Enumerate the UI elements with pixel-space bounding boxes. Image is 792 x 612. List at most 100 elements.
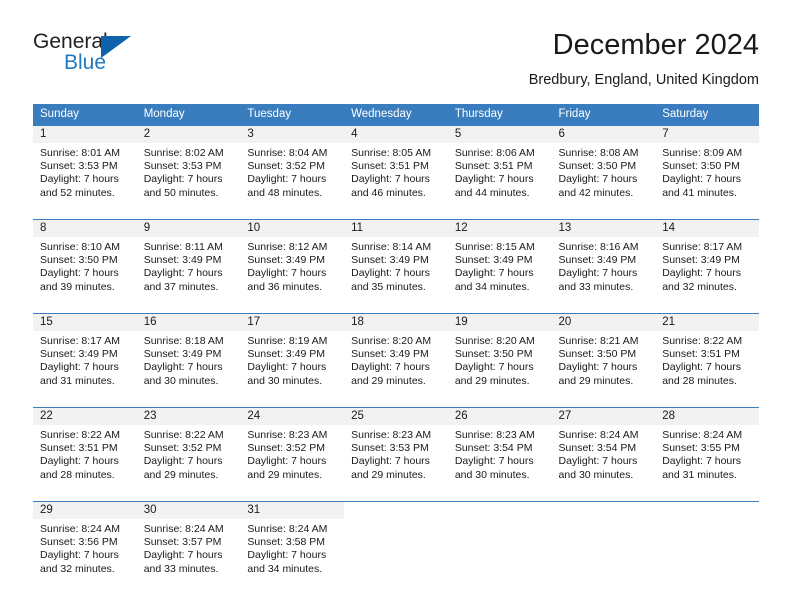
week-spacer-cell xyxy=(447,399,552,408)
daylight-text-line2: and 29 minutes. xyxy=(351,468,426,481)
week-spacer-cell xyxy=(655,399,759,408)
day-cell-15[interactable]: 15 Sunrise: 8:17 AM Sunset: 3:49 PM Dayligh… xyxy=(33,314,137,399)
daylight-text-line2: and 29 minutes. xyxy=(558,374,634,387)
sunrise-text: Sunrise: 8:24 AM xyxy=(247,523,328,535)
calendar-cell: 30 Sunrise: 8:24 AM Sunset: 3:57 PM Dayligh… xyxy=(136,501,241,587)
calendar-cell xyxy=(655,501,759,587)
calendar-cell: 19 Sunrise: 8:20 AM Sunset: 3:50 PM Dayligh… xyxy=(447,313,552,399)
day-details: Sunrise: 8:09 AM Sunset: 3:50 PM Daylight:… xyxy=(655,143,759,200)
day-cell-30[interactable]: 30 Sunrise: 8:24 AM Sunset: 3:57 PM Dayligh… xyxy=(136,502,241,587)
day-number: 29 xyxy=(33,502,137,519)
sunset-text: Sunset: 3:52 PM xyxy=(247,442,326,455)
day-number: 8 xyxy=(33,220,137,237)
calendar-cell: 10 Sunrise: 8:12 AM Sunset: 3:49 PM Dayligh… xyxy=(240,219,345,305)
sunset-text: Sunset: 3:51 PM xyxy=(40,442,118,455)
sunrise-text: Sunrise: 8:01 AM xyxy=(40,147,120,159)
day-details: Sunrise: 8:24 AM Sunset: 3:57 PM Daylight:… xyxy=(137,519,241,576)
daylight-text-line2: and 34 minutes. xyxy=(454,280,530,293)
day-cell-28[interactable]: 28 Sunrise: 8:24 AM Sunset: 3:55 PM Dayligh… xyxy=(655,408,759,493)
day-cell-13[interactable]: 13 Sunrise: 8:16 AM Sunset: 3:49 PM Dayligh… xyxy=(551,220,656,305)
day-number: 9 xyxy=(136,220,241,237)
day-cell-empty xyxy=(447,502,552,587)
week-spacer-cell xyxy=(655,211,759,220)
day-cell-21[interactable]: 21 Sunrise: 8:22 AM Sunset: 3:51 PM Dayligh… xyxy=(655,314,759,399)
day-cell-3[interactable]: 3 Sunrise: 8:04 AM Sunset: 3:52 PM Daylight… xyxy=(240,126,345,211)
day-cell-8[interactable]: 8 Sunrise: 8:10 AM Sunset: 3:50 PM Daylight… xyxy=(33,220,137,305)
day-cell-1[interactable]: 1 Sunrise: 8:01 AM Sunset: 3:53 PM Daylight… xyxy=(33,126,137,211)
page-title: December 2024 xyxy=(552,29,759,61)
day-cell-2[interactable]: 2 Sunrise: 8:02 AM Sunset: 3:53 PM Daylight… xyxy=(136,126,241,211)
day-cell-17[interactable]: 17 Sunrise: 8:19 AM Sunset: 3:49 PM Dayligh… xyxy=(240,314,345,399)
calendar-cell: 3 Sunrise: 8:04 AM Sunset: 3:52 PM Daylight… xyxy=(240,125,345,211)
weekday-header-friday: Friday xyxy=(551,104,656,126)
day-details: Sunrise: 8:23 AM Sunset: 3:52 PM Daylight:… xyxy=(240,425,344,482)
day-number: 18 xyxy=(344,314,448,331)
calendar-cell xyxy=(551,501,656,587)
daylight-text-line2: and 29 minutes. xyxy=(247,468,323,481)
daylight-text-line2: and 31 minutes. xyxy=(40,374,115,387)
calendar-cell: 16 Sunrise: 8:18 AM Sunset: 3:49 PM Dayligh… xyxy=(136,313,241,399)
day-cell-7[interactable]: 7 Sunrise: 8:09 AM Sunset: 3:50 PM Daylight… xyxy=(655,126,759,211)
day-cell-27[interactable]: 27 Sunrise: 8:24 AM Sunset: 3:54 PM Dayligh… xyxy=(551,408,656,493)
day-details: Sunrise: 8:17 AM Sunset: 3:49 PM Daylight:… xyxy=(33,331,137,388)
calendar-cell: 25 Sunrise: 8:23 AM Sunset: 3:53 PM Dayligh… xyxy=(344,407,448,493)
day-details: Sunrise: 8:14 AM Sunset: 3:49 PM Daylight:… xyxy=(344,237,448,294)
location-subtitle: Bredbury, England, United Kingdom xyxy=(528,72,759,88)
day-cell-24[interactable]: 24 Sunrise: 8:23 AM Sunset: 3:52 PM Dayligh… xyxy=(240,408,345,493)
sunrise-text: Sunrise: 8:22 AM xyxy=(143,429,224,441)
day-details: Sunrise: 8:20 AM Sunset: 3:50 PM Daylight:… xyxy=(448,331,552,388)
day-cell-11[interactable]: 11 Sunrise: 8:14 AM Sunset: 3:49 PM Dayligh… xyxy=(344,220,448,305)
daylight-text-line2: and 30 minutes. xyxy=(247,374,323,387)
daylight-text-line1: Daylight: 7 hours xyxy=(662,361,742,374)
daylight-text-line2: and 52 minutes. xyxy=(40,186,115,199)
day-details: Sunrise: 8:18 AM Sunset: 3:49 PM Daylight:… xyxy=(137,331,241,388)
daylight-text-line1: Daylight: 7 hours xyxy=(247,173,327,186)
calendar-cell: 11 Sunrise: 8:14 AM Sunset: 3:49 PM Dayligh… xyxy=(344,219,448,305)
day-cell-23[interactable]: 23 Sunrise: 8:22 AM Sunset: 3:52 PM Dayligh… xyxy=(136,408,241,493)
sunset-text: Sunset: 3:53 PM xyxy=(143,160,222,173)
calendar-cell: 29 Sunrise: 8:24 AM Sunset: 3:56 PM Dayligh… xyxy=(33,501,137,587)
day-cell-16[interactable]: 16 Sunrise: 8:18 AM Sunset: 3:49 PM Dayligh… xyxy=(136,314,241,399)
day-cell-12[interactable]: 12 Sunrise: 8:15 AM Sunset: 3:49 PM Dayligh… xyxy=(447,220,552,305)
day-number xyxy=(552,502,656,519)
day-number: 31 xyxy=(240,502,345,519)
day-number: 24 xyxy=(240,408,345,425)
day-number: 10 xyxy=(240,220,345,237)
day-cell-25[interactable]: 25 Sunrise: 8:23 AM Sunset: 3:53 PM Dayligh… xyxy=(344,408,448,493)
daylight-text-line1: Daylight: 7 hours xyxy=(40,549,119,562)
calendar-cell: 13 Sunrise: 8:16 AM Sunset: 3:49 PM Dayligh… xyxy=(551,219,656,305)
day-cell-20[interactable]: 20 Sunrise: 8:21 AM Sunset: 3:50 PM Dayligh… xyxy=(551,314,656,399)
day-cell-5[interactable]: 5 Sunrise: 8:06 AM Sunset: 3:51 PM Daylight… xyxy=(447,126,552,211)
day-number: 21 xyxy=(655,314,759,331)
day-cell-18[interactable]: 18 Sunrise: 8:20 AM Sunset: 3:49 PM Dayligh… xyxy=(344,314,448,399)
general-blue-logo[interactable]: General Blue xyxy=(33,30,203,84)
day-cell-4[interactable]: 4 Sunrise: 8:05 AM Sunset: 3:51 PM Daylight… xyxy=(344,126,448,211)
day-cell-10[interactable]: 10 Sunrise: 8:12 AM Sunset: 3:49 PM Dayligh… xyxy=(240,220,345,305)
sunrise-text: Sunrise: 8:24 AM xyxy=(662,429,743,441)
day-cell-19[interactable]: 19 Sunrise: 8:20 AM Sunset: 3:50 PM Dayligh… xyxy=(447,314,552,399)
sunset-text: Sunset: 3:49 PM xyxy=(40,348,118,361)
day-details: Sunrise: 8:11 AM Sunset: 3:49 PM Daylight:… xyxy=(137,237,241,294)
day-cell-31[interactable]: 31 Sunrise: 8:24 AM Sunset: 3:58 PM Dayligh… xyxy=(240,502,345,587)
calendar-cell: 20 Sunrise: 8:21 AM Sunset: 3:50 PM Dayligh… xyxy=(551,313,656,399)
day-details: Sunrise: 8:23 AM Sunset: 3:53 PM Daylight:… xyxy=(344,425,448,482)
day-cell-6[interactable]: 6 Sunrise: 8:08 AM Sunset: 3:50 PM Daylight… xyxy=(551,126,656,211)
day-details: Sunrise: 8:22 AM Sunset: 3:51 PM Daylight:… xyxy=(655,331,759,388)
week-spacer-cell xyxy=(655,493,759,502)
daylight-text-line2: and 29 minutes. xyxy=(143,468,219,481)
calendar-table: Sunday Monday Tuesday Wednesday Thursday Frid… xyxy=(33,104,759,587)
week-spacer-cell xyxy=(136,493,241,502)
day-cell-29[interactable]: 29 Sunrise: 8:24 AM Sunset: 3:56 PM Dayligh… xyxy=(33,502,137,587)
daylight-text-line1: Daylight: 7 hours xyxy=(662,455,742,468)
day-cell-9[interactable]: 9 Sunrise: 8:11 AM Sunset: 3:49 PM Daylight… xyxy=(136,220,241,305)
day-cell-26[interactable]: 26 Sunrise: 8:23 AM Sunset: 3:54 PM Dayligh… xyxy=(447,408,552,493)
day-cell-22[interactable]: 22 Sunrise: 8:22 AM Sunset: 3:51 PM Dayligh… xyxy=(33,408,137,493)
day-cell-14[interactable]: 14 Sunrise: 8:17 AM Sunset: 3:49 PM Dayligh… xyxy=(655,220,759,305)
day-details: Sunrise: 8:19 AM Sunset: 3:49 PM Daylight:… xyxy=(240,331,344,388)
calendar-cell: 22 Sunrise: 8:22 AM Sunset: 3:51 PM Dayligh… xyxy=(33,407,137,493)
day-cell-empty xyxy=(344,502,448,587)
day-details: Sunrise: 8:20 AM Sunset: 3:49 PM Daylight:… xyxy=(344,331,448,388)
daylight-text-line2: and 31 minutes. xyxy=(662,468,737,481)
day-details: Sunrise: 8:04 AM Sunset: 3:52 PM Daylight:… xyxy=(240,143,344,200)
day-details: Sunrise: 8:21 AM Sunset: 3:50 PM Daylight:… xyxy=(552,331,656,388)
